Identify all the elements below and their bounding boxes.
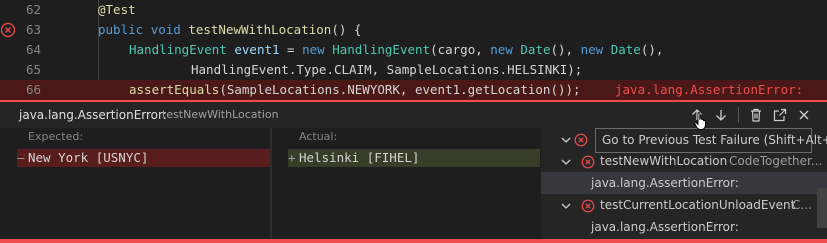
test-failed-icon[interactable] — [0, 22, 16, 38]
line-number: 64 — [25, 42, 41, 57]
test-description: CodeTogether... — [729, 154, 823, 168]
line-number: 66 — [25, 82, 41, 97]
error-circle-icon — [574, 132, 588, 147]
tree-item-message[interactable]: java.lang.AssertionError: — [541, 216, 827, 238]
expected-pane[interactable]: Expected: New York [USNYC] — — [0, 128, 270, 239]
code-line-62[interactable]: 62 @Test — [0, 0, 827, 20]
peek-title: java.lang.AssertionError: — [19, 108, 167, 122]
code-line-63[interactable]: 63 public void testNewWithLocation() { — [0, 20, 827, 40]
error-circle-icon — [581, 198, 595, 213]
tree-item-message[interactable]: java.lang.AssertionError: — [541, 172, 827, 194]
code-line-66[interactable]: 66 assertEquals(SampleLocations.NEWYORK,… — [0, 80, 827, 100]
code-line-64[interactable]: 64 HandlingEvent event1 = new HandlingEv… — [0, 40, 827, 60]
line-number: 63 — [25, 22, 41, 37]
code-text: HandlingEvent.Type.CLAIM, SampleLocation… — [191, 62, 583, 77]
actual-pane[interactable]: Actual: — [272, 128, 540, 239]
tooltip: Go to Previous Test Failure (Shift+Alt+F… — [595, 128, 827, 153]
test-description: C... — [792, 198, 812, 212]
chevron-down-icon[interactable] — [559, 132, 573, 146]
code-text: @Test — [98, 2, 136, 17]
line-number: 62 — [25, 2, 41, 17]
test-name: testCurrentLocationUnloadEvent — [600, 198, 796, 212]
tree-item-test[interactable]: testNewWithLocation CodeTogether... — [541, 150, 827, 172]
test-name: testNewWithLocation — [600, 154, 728, 168]
expected-label: Expected: — [28, 130, 84, 143]
peek-border — [0, 239, 827, 243]
trash-icon[interactable] — [747, 106, 765, 124]
expected-value: New York [USNYC] — [17, 149, 270, 167]
close-icon[interactable] — [795, 106, 813, 124]
tree-scrollbar[interactable] — [817, 188, 827, 228]
tree-item-test[interactable]: testCurrentLocationUnloadEvent C... — [541, 194, 827, 216]
hand-pointer-icon — [694, 111, 708, 131]
removed-marker: — — [17, 150, 25, 165]
code-text: public void testNewWithLocation() { — [98, 22, 362, 37]
action-separator — [738, 107, 739, 123]
chevron-down-icon[interactable] — [559, 198, 573, 212]
line-number: 65 — [25, 62, 41, 77]
code-text: HandlingEvent event1 = new HandlingEvent… — [129, 42, 664, 57]
added-marker: + — [288, 150, 296, 165]
failure-message: java.lang.AssertionError: — [591, 220, 739, 234]
failure-message: java.lang.AssertionError: — [591, 176, 739, 190]
actual-label: Actual: — [299, 130, 338, 143]
peek-subtitle: testNewWithLocation — [162, 108, 279, 121]
error-circle-icon — [581, 154, 595, 169]
actual-value: Helsinki [FIHEL] — [288, 149, 540, 167]
open-external-icon[interactable] — [771, 106, 789, 124]
chevron-down-icon[interactable] — [559, 154, 573, 168]
code-text: assertEquals(SampleLocations.NEWYORK, ev… — [129, 82, 581, 97]
inline-error-message[interactable]: java.lang.AssertionError: — [615, 80, 803, 100]
code-line-65[interactable]: 65 HandlingEvent.Type.CLAIM, SampleLocat… — [0, 60, 827, 80]
code-editor[interactable]: 62 @Test 63 public void testNewWithLocat… — [0, 0, 827, 100]
arrow-down-icon[interactable] — [712, 106, 730, 124]
